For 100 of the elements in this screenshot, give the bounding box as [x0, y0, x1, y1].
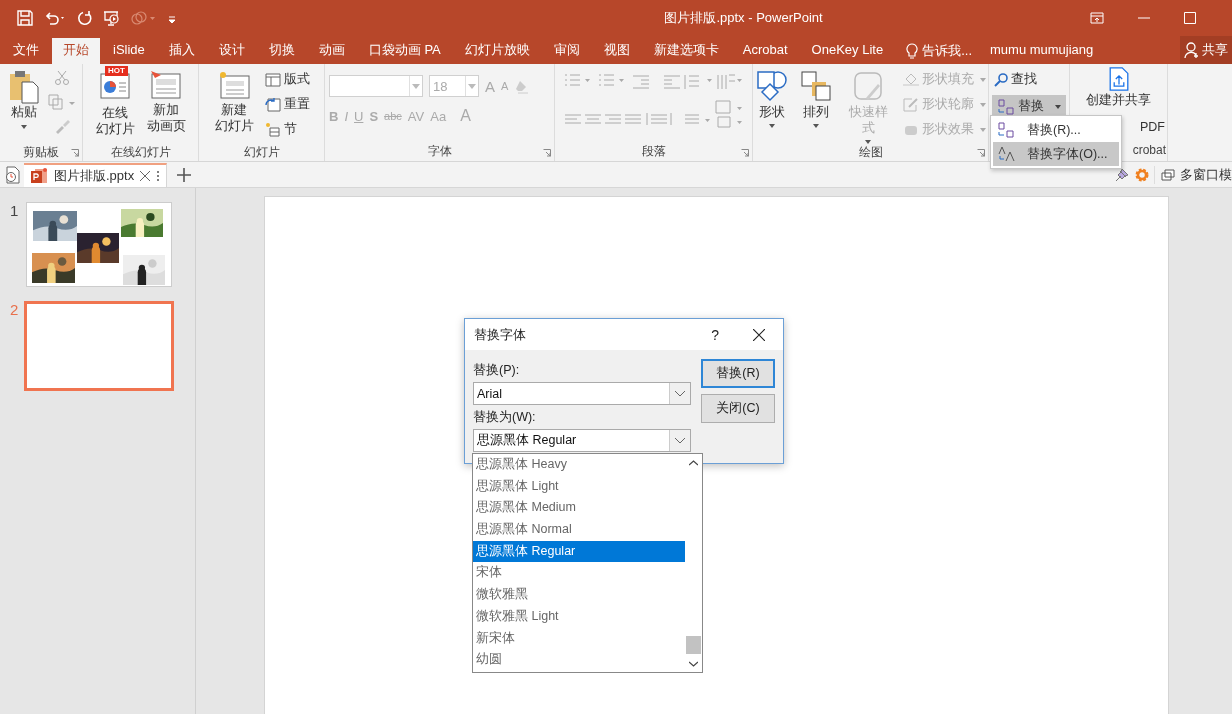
window-title: 图片排版.pptx - PowerPoint — [663, 9, 824, 27]
clipboard-icon — [9, 70, 39, 104]
ribbon-button[interactable]: 节 — [262, 120, 299, 139]
dialog-launcher-icon[interactable] — [741, 149, 749, 157]
font-name-field[interactable] — [329, 75, 423, 97]
replace-icon — [997, 122, 1015, 138]
ribbon-button[interactable]: 版式 — [262, 70, 312, 89]
font-option[interactable]: 思源黑体 Medium — [473, 497, 685, 520]
multi-window-button[interactable]: 多窗口模 — [1154, 165, 1232, 184]
arrange-icon — [800, 70, 832, 102]
ribbon-tab[interactable]: 新建选项卡 — [642, 38, 730, 64]
dialog-button[interactable]: 关闭(C) — [701, 394, 775, 423]
share-button[interactable]: 共享 — [1180, 36, 1232, 64]
create-share-label[interactable]: 创建并共享 — [1086, 93, 1151, 108]
slide-number: 2 — [10, 301, 20, 320]
group-label: 在线幻灯片 — [110, 144, 171, 161]
ribbon-tab[interactable]: iSlide — [102, 38, 156, 64]
font-option[interactable]: 幼圆 — [473, 649, 685, 671]
group-label: 剪贴板 — [23, 144, 59, 161]
ribbon-tab[interactable]: 口袋动画 PA — [357, 38, 452, 64]
pin-icon[interactable] — [1114, 166, 1130, 183]
save-icon[interactable] — [17, 10, 33, 26]
ribbon-tab[interactable]: 切换 — [257, 38, 306, 64]
dialog-title: 替换字体 — [474, 325, 527, 344]
scroll-down-icon[interactable] — [689, 661, 698, 667]
hot-badge: HOT — [105, 66, 128, 76]
group-label: 幻灯片 — [243, 144, 280, 161]
group-label: 字体 — [427, 143, 452, 160]
paste-button[interactable]: 粘贴 — [6, 68, 42, 134]
pdf-label[interactable]: PDF — [1140, 120, 1165, 134]
close-icon[interactable] — [753, 328, 765, 341]
ribbon-button[interactable]: 新加 动画页 — [143, 68, 189, 136]
replace-font-icon — [997, 146, 1015, 162]
with-font-field[interactable]: 思源黑体 Regular — [473, 429, 691, 452]
field-label: 替换(P): — [473, 362, 521, 379]
help-button[interactable]: ? — [711, 326, 719, 343]
menu-item[interactable]: 替换(R)... — [993, 118, 1119, 142]
ribbon-tab[interactable]: OneKey Lite — [800, 38, 895, 64]
find-button[interactable]: 查找 — [992, 70, 1039, 89]
ribbon-button[interactable]: 形状 — [753, 68, 791, 133]
font-option[interactable]: 思源黑体 Heavy — [473, 454, 685, 476]
group-label: 绘图 — [858, 144, 883, 161]
presentation-icon[interactable] — [103, 10, 121, 26]
ribbon-button[interactable]: HOT 在线 幻灯片 — [92, 68, 138, 139]
field-label: 替换为(W): — [473, 409, 537, 426]
new-slide-button[interactable]: 新建 幻灯片 — [211, 68, 257, 136]
ribbon-tab[interactable]: 审阅 — [542, 38, 591, 64]
ribbon-tab[interactable]: Acrobat — [731, 38, 799, 64]
history-icon[interactable] — [4, 165, 20, 184]
menu-item[interactable]: 替换字体(O)... — [993, 142, 1119, 166]
undo-icon[interactable] — [43, 10, 67, 26]
ribbon-tab[interactable]: 幻灯片放映 — [453, 38, 541, 64]
font-option[interactable]: 宋体 — [473, 562, 685, 585]
maximize-icon[interactable] — [1184, 12, 1196, 24]
dropdown-arrow-icon — [468, 83, 476, 89]
ribbon-display-icon[interactable] — [1090, 12, 1104, 24]
font-option[interactable]: 思源黑体 Light — [473, 475, 685, 498]
font-option[interactable]: 思源黑体 Regular — [473, 540, 685, 563]
ribbon-tab[interactable]: 插入 — [157, 38, 206, 64]
slide-number: 1 — [10, 202, 20, 221]
font-option[interactable]: 微软雅黑 Light — [473, 605, 685, 628]
circles-icon[interactable] — [131, 10, 157, 26]
document-tab[interactable]: 图片排版.pptx — [24, 162, 168, 187]
slide-thumbnail[interactable] — [24, 301, 174, 391]
slide-thumbnail[interactable] — [26, 202, 172, 287]
search-icon — [994, 72, 1008, 87]
tell-me-field[interactable]: 告诉我... — [896, 38, 982, 64]
group-label: 段落 — [641, 143, 666, 160]
user-name[interactable]: mumu mumujiang — [982, 38, 1102, 64]
font-option[interactable]: 微软雅黑 — [473, 584, 685, 606]
reset-icon — [264, 96, 281, 113]
dialog-button[interactable]: 替换(R) — [701, 359, 775, 388]
lightbulb-icon — [906, 43, 919, 59]
add-tab-icon[interactable] — [177, 167, 192, 182]
replace-icon — [997, 98, 1015, 115]
quick-styles-icon — [852, 70, 884, 102]
ribbon-tab[interactable]: 动画 — [307, 38, 356, 64]
dialog-launcher-icon[interactable] — [543, 149, 551, 157]
paint-bucket-icon — [903, 72, 919, 87]
scrollbar-thumb[interactable] — [686, 636, 701, 654]
redo-icon[interactable] — [77, 10, 93, 26]
new-slide-icon — [218, 70, 250, 100]
shapes-icon — [756, 70, 788, 102]
ribbon-tab[interactable]: 文件 — [2, 38, 50, 64]
more-icon[interactable] — [156, 169, 161, 182]
replace-font-field[interactable]: Arial — [473, 382, 691, 405]
font-option[interactable]: 新宋体 — [473, 627, 685, 650]
ribbon-tab[interactable]: 开始 — [52, 38, 100, 64]
ribbon-tab[interactable]: 设计 — [207, 38, 256, 64]
powerpoint-icon — [30, 166, 48, 185]
ribbon-button[interactable]: 排列 — [797, 68, 835, 133]
ribbon-button[interactable]: 重置 — [262, 95, 312, 114]
font-option[interactable]: 思源黑体 Normal — [473, 519, 685, 541]
ribbon-tab[interactable]: 视图 — [592, 38, 641, 64]
layout-icon — [264, 71, 281, 88]
slide-chart-icon — [99, 70, 131, 100]
dialog-launcher-icon[interactable] — [71, 149, 79, 157]
scroll-up-icon[interactable] — [689, 460, 698, 466]
dialog-launcher-icon[interactable] — [977, 149, 985, 157]
gear-icon[interactable] — [1134, 166, 1150, 183]
